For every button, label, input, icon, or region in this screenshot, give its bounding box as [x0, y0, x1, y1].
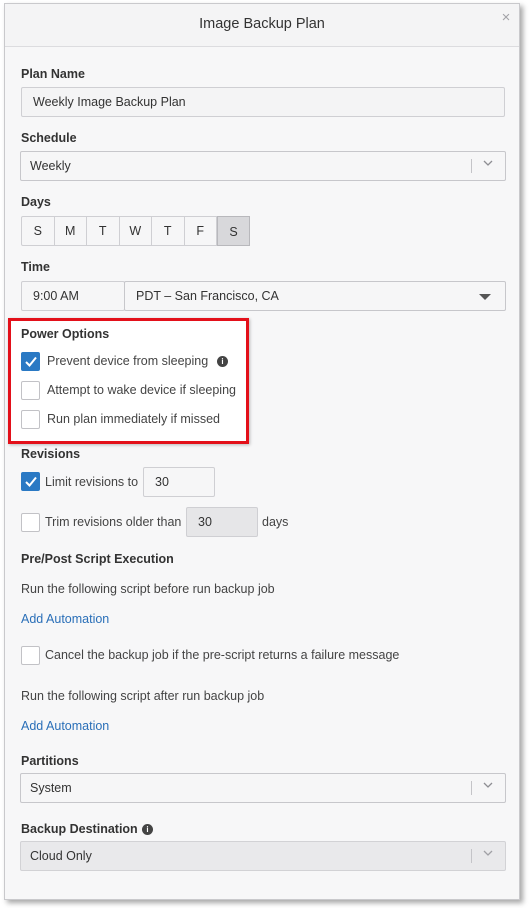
checkmark-icon: [25, 356, 37, 367]
scripts-label: Pre/Post Script Execution: [21, 552, 174, 566]
schedule-value: Weekly: [30, 159, 71, 173]
limit-revisions-label: Limit revisions to: [45, 475, 139, 489]
schedule-select[interactable]: Weekly: [20, 151, 506, 181]
plan-name-label: Plan Name: [21, 67, 85, 81]
close-icon[interactable]: ×: [499, 10, 513, 25]
trim-revisions-checkbox[interactable]: [21, 513, 40, 532]
day-sunday[interactable]: S: [22, 217, 55, 245]
chevron-down-icon: [483, 782, 493, 788]
run-missed-checkbox[interactable]: [21, 410, 40, 429]
select-separator: [471, 849, 472, 863]
dialog-title: Image Backup Plan: [199, 16, 325, 32]
time-input[interactable]: 9:00 AM: [21, 281, 125, 311]
day-wednesday[interactable]: W: [120, 217, 152, 245]
cancel-on-failure-checkbox[interactable]: [21, 646, 40, 665]
select-separator: [471, 781, 472, 795]
checkmark-icon: [25, 476, 37, 487]
day-monday[interactable]: M: [55, 217, 87, 245]
info-icon[interactable]: i: [217, 356, 228, 367]
backup-destination-select[interactable]: Cloud Only: [20, 841, 506, 871]
chevron-down-icon: [483, 850, 493, 856]
pre-add-automation-link[interactable]: Add Automation: [21, 612, 109, 626]
day-tuesday[interactable]: T: [87, 217, 120, 245]
caret-down-icon: [479, 294, 491, 300]
day-friday[interactable]: F: [185, 217, 217, 245]
partitions-value: System: [30, 781, 72, 795]
trim-revisions-input[interactable]: 30: [186, 507, 258, 537]
run-missed-label: Run plan immediately if missed: [47, 412, 220, 426]
limit-revisions-input[interactable]: 30: [143, 467, 215, 497]
power-options-label: Power Options: [21, 327, 110, 341]
prevent-sleep-label: Prevent device from sleeping: [47, 354, 209, 368]
days-label: Days: [21, 195, 51, 209]
backup-destination-label: Backup Destination: [21, 822, 138, 836]
trim-revisions-label: Trim revisions older than: [45, 515, 182, 529]
days-selector: S M T W T F S: [21, 216, 250, 246]
revisions-label: Revisions: [21, 447, 81, 461]
dialog-header: Image Backup Plan ×: [5, 4, 519, 47]
time-label: Time: [21, 260, 50, 274]
prevent-sleep-checkbox[interactable]: [21, 352, 40, 371]
backup-destination-value: Cloud Only: [30, 849, 92, 863]
cancel-on-failure-label: Cancel the backup job if the pre-script …: [45, 648, 400, 662]
timezone-select[interactable]: PDT – San Francisco, CA: [124, 281, 506, 311]
post-add-automation-link[interactable]: Add Automation: [21, 719, 109, 733]
day-thursday[interactable]: T: [152, 217, 185, 245]
day-saturday[interactable]: S: [217, 216, 250, 246]
partitions-select[interactable]: System: [20, 773, 506, 803]
plan-name-input[interactable]: Weekly Image Backup Plan: [21, 87, 505, 117]
pre-script-text: Run the following script before run back…: [21, 582, 275, 596]
power-options-highlight: Power Options Prevent device from sleepi…: [8, 318, 249, 444]
image-backup-plan-dialog: Image Backup Plan × Plan Name Weekly Ima…: [4, 3, 520, 900]
post-script-text: Run the following script after run backu…: [21, 689, 265, 703]
wake-device-label: Attempt to wake device if sleeping: [47, 383, 236, 397]
trim-unit-label: days: [262, 515, 289, 529]
partitions-label: Partitions: [21, 754, 79, 768]
select-separator: [471, 159, 472, 173]
schedule-label: Schedule: [21, 131, 77, 145]
wake-device-checkbox[interactable]: [21, 381, 40, 400]
limit-revisions-checkbox[interactable]: [21, 472, 40, 491]
chevron-down-icon: [483, 160, 493, 166]
info-icon[interactable]: i: [142, 824, 153, 835]
timezone-value: PDT – San Francisco, CA: [136, 289, 279, 303]
